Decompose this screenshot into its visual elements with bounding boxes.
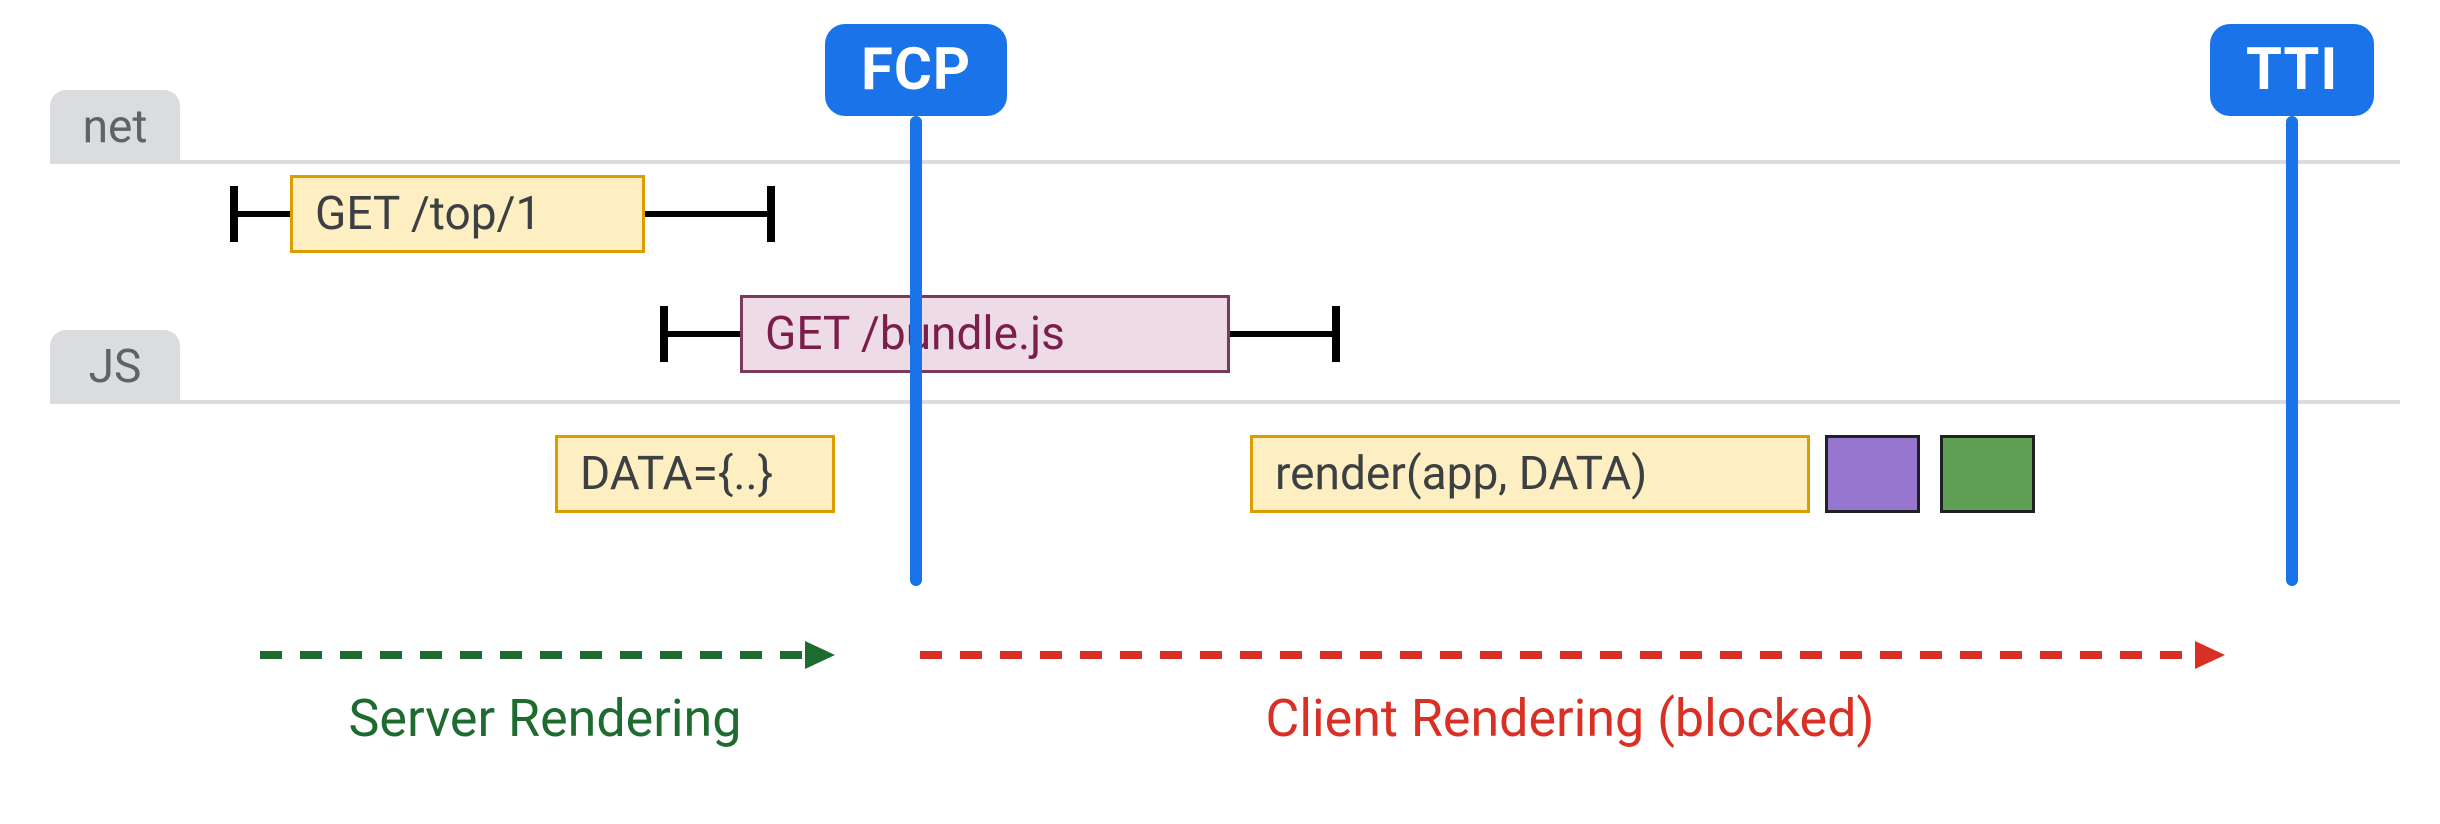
lane-tab-js: JS	[50, 330, 180, 404]
metric-tti-line	[2286, 116, 2298, 586]
metric-tti-label: TTI	[2246, 36, 2338, 104]
block-green	[1940, 435, 2035, 513]
bar-js-data-label: DATA={..}	[580, 447, 773, 501]
whisker-net2-left	[660, 295, 740, 373]
lane-label-js: JS	[89, 340, 142, 394]
lane-label-net: net	[83, 100, 148, 154]
track-line-net-top	[50, 160, 2400, 164]
bar-net-req1: GET /top/1	[290, 175, 645, 253]
bar-js-render-label: render(app, DATA)	[1275, 447, 1647, 501]
legend-server-label: Server Rendering	[349, 688, 742, 749]
legend-server: Server Rendering	[260, 650, 830, 749]
legend-client-label: Client Rendering (blocked)	[1265, 688, 1874, 749]
metric-fcp: FCP	[825, 24, 1007, 586]
bar-js-data: DATA={..}	[555, 435, 835, 513]
legend-server-arrow	[260, 650, 830, 660]
legend-client: Client Rendering (blocked)	[920, 650, 2220, 749]
metric-fcp-label: FCP	[861, 36, 971, 104]
metric-fcp-line	[910, 116, 922, 586]
lane-tab-net: net	[50, 90, 180, 164]
bar-net-req1-label: GET /top/1	[315, 187, 541, 241]
block-purple	[1825, 435, 1920, 513]
whisker-net2-right	[1230, 295, 1340, 373]
metric-tti: TTI	[2210, 24, 2374, 586]
metric-fcp-pill: FCP	[825, 24, 1007, 116]
bar-js-render: render(app, DATA)	[1250, 435, 1810, 513]
metric-tti-pill: TTI	[2210, 24, 2374, 116]
whisker-net1-left	[230, 175, 290, 253]
whisker-net1-right	[645, 175, 775, 253]
track-line-js-top	[50, 400, 2400, 404]
legend-client-arrow	[920, 650, 2220, 660]
